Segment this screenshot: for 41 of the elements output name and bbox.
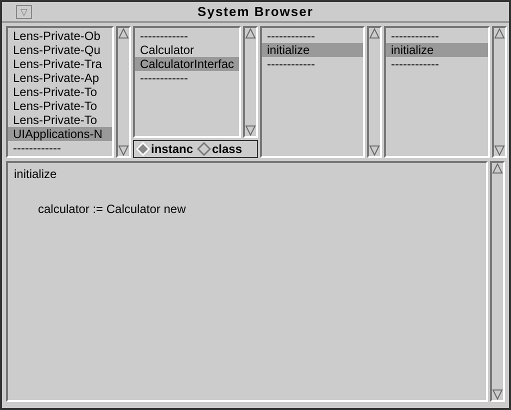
window-title: System Browser: [198, 2, 314, 21]
list-item[interactable]: ------------: [386, 57, 488, 71]
list-item[interactable]: initialize: [262, 43, 363, 57]
list-item[interactable]: Lens-Private-To: [8, 85, 112, 99]
list-item[interactable]: UIApplications-N: [8, 127, 112, 141]
list-item[interactable]: ------------: [386, 29, 488, 43]
scrollbar[interactable]: [490, 161, 505, 402]
list-item[interactable]: Calculator: [135, 43, 239, 57]
list-item[interactable]: ------------: [135, 29, 239, 43]
list-item[interactable]: Lens-Private-To: [8, 99, 112, 113]
list-item[interactable]: CalculatorInterfac: [135, 57, 239, 71]
diamond-icon[interactable]: [197, 142, 211, 156]
list-item[interactable]: Lens-Private-Tra: [8, 57, 112, 71]
list-item[interactable]: Lens-Private-Ap: [8, 71, 112, 85]
code-line: calculator := Calculator new: [37, 201, 186, 218]
list-item[interactable]: initialize: [386, 43, 488, 57]
scroll-down-icon[interactable]: [245, 125, 256, 136]
scroll-up-icon[interactable]: [494, 28, 505, 39]
scroll-up-icon[interactable]: [369, 28, 380, 39]
scrollbar[interactable]: [492, 26, 507, 158]
list-item[interactable]: Lens-Private-Ob: [8, 29, 112, 43]
scroll-up-icon[interactable]: [245, 28, 256, 39]
scroll-down-icon[interactable]: [492, 389, 503, 400]
scroll-down-icon[interactable]: [494, 145, 505, 156]
list-item[interactable]: ------------: [135, 71, 239, 85]
list-item[interactable]: Lens-Private-To: [8, 113, 112, 127]
radio-button[interactable]: instanc: [136, 142, 196, 156]
list-item[interactable]: ------------: [8, 141, 112, 155]
scrollbar[interactable]: [367, 26, 382, 158]
list-item[interactable]: ------------: [262, 57, 363, 71]
radio-button[interactable]: class: [197, 142, 242, 156]
scroll-down-icon[interactable]: [118, 145, 129, 156]
scroll-up-icon[interactable]: [118, 28, 129, 39]
scroll-up-icon[interactable]: [492, 163, 503, 174]
list-item[interactable]: Lens-Private-Qu: [8, 43, 112, 57]
scroll-down-icon[interactable]: [369, 145, 380, 156]
scrollbar[interactable]: [243, 26, 258, 138]
scrollbar[interactable]: [116, 26, 131, 158]
code-editor[interactable]: initialize calculator := Calculator new: [6, 161, 488, 402]
list-item[interactable]: ------------: [262, 29, 363, 43]
code-line: initialize: [14, 166, 57, 183]
